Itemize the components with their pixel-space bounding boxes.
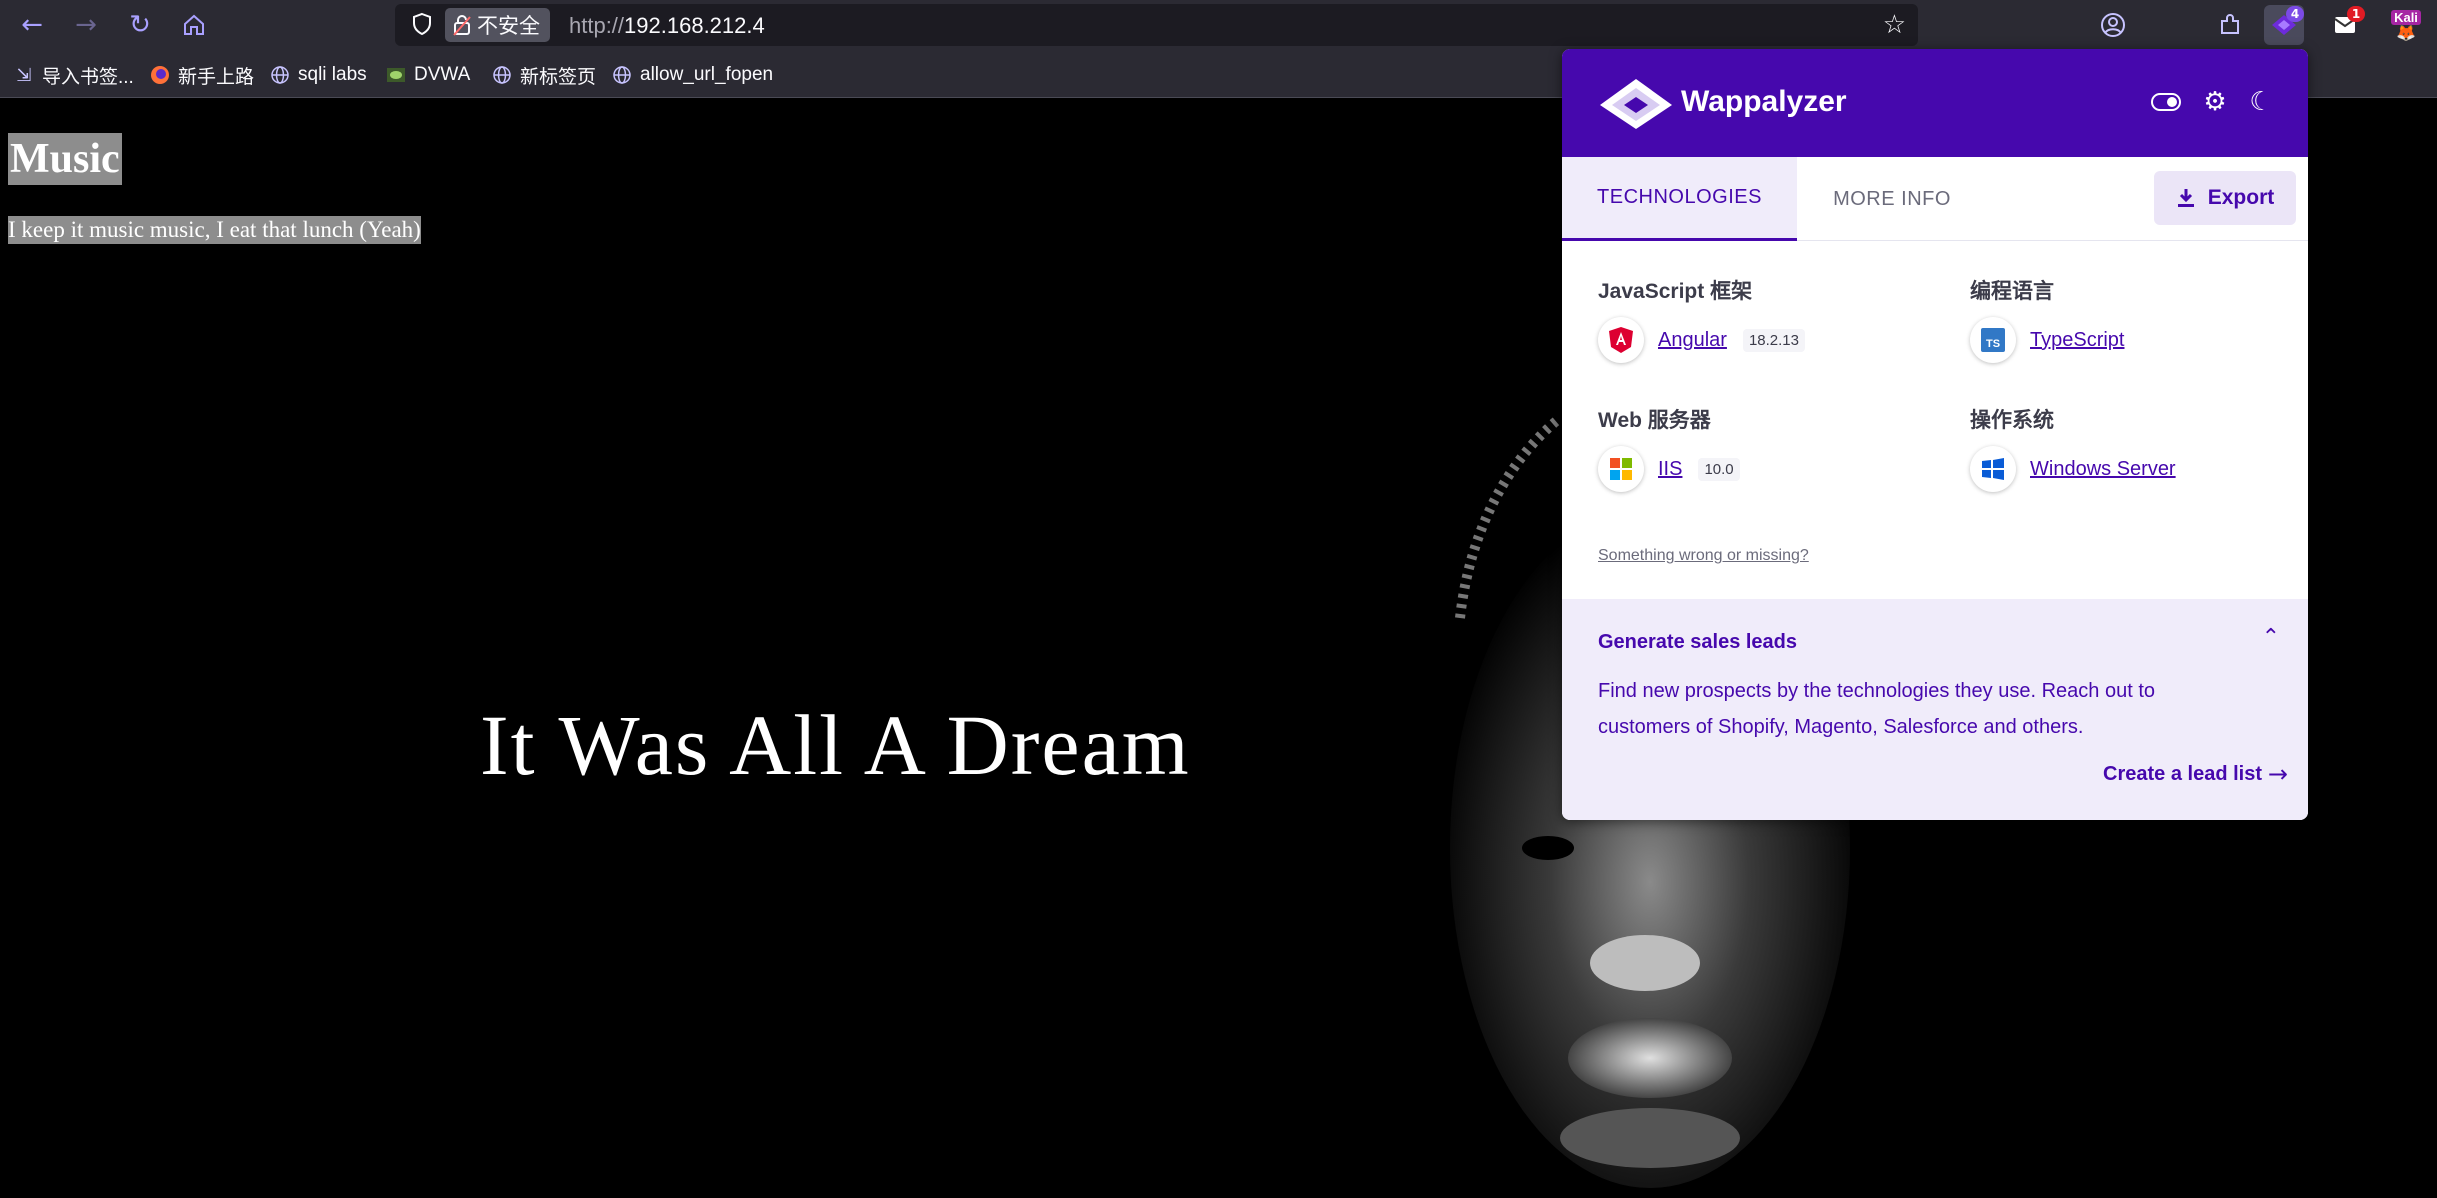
page-title: Music [8,133,122,185]
bookmark-label: 导入书签... [42,66,134,88]
sales-leads-panel: Generate sales leads ⌃ Find new prospect… [1562,599,2308,820]
tech-link-windows-server[interactable]: Windows Server [2030,458,2176,481]
export-label: Export [2207,186,2275,209]
wappalyzer-extension-button[interactable]: 4 [2264,5,2304,45]
bookmark-label: DVWA [414,64,471,85]
bookmark-label: 新手上路 [178,66,255,88]
wappalyzer-brand: Wappalyzer [1681,85,1847,118]
dark-mode-moon-icon[interactable]: ☾ [2244,85,2278,119]
globe-icon [612,65,632,85]
bookmark-import[interactable]: ⇲ 导入书签... [14,62,134,88]
browser-toolbar: ← → ↻ 不安全 http://192.168.212.4 ☆ 4 1 Kal… [0,0,2437,50]
account-icon[interactable] [2093,5,2133,45]
firefox-icon [150,65,170,85]
insecure-label: 不安全 [477,15,540,38]
export-button[interactable]: Export [2154,171,2296,225]
mail-count-badge: 1 [2347,6,2365,22]
wappalyzer-count-badge: 4 [2286,6,2304,22]
tech-link-angular[interactable]: Angular [1658,329,1727,352]
tech-version: 18.2.13 [1742,328,1805,352]
tech-item-typescript: TS TypeScript [1970,317,2124,363]
bookmark-label: 新标签页 [520,66,597,88]
hero-tagline: It Was All A Dream [480,697,1191,793]
leads-title: Generate sales leads [1598,631,1798,653]
tech-item-angular: Angular 18.2.13 [1598,317,1805,363]
bookmark-label: allow_url_fopen [640,64,774,85]
url-host: 192.168.212.4 [624,13,765,38]
category-operating-systems: 操作系统 [1970,409,2054,432]
bookmark-star-icon[interactable]: ☆ [1883,10,1906,40]
bookmark-dvwa[interactable]: DVWA [386,62,470,88]
gear-icon[interactable]: ⚙ [2198,85,2232,119]
url-text[interactable]: http://192.168.212.4 [569,13,765,39]
bookmark-getting-started[interactable]: 新手上路 [150,62,254,88]
tab-technologies[interactable]: TECHNOLOGIES [1562,157,1797,241]
create-lead-list-link[interactable]: Create a lead list [2103,763,2262,786]
bookmark-allow-url-fopen[interactable]: allow_url_fopen [612,62,773,88]
extensions-puzzle-icon[interactable] [2210,5,2250,45]
tech-link-typescript[interactable]: TypeScript [2030,329,2124,352]
leads-description: Find new prospects by the technologies t… [1598,680,2156,738]
windows-icon [1970,446,2016,492]
chevron-up-icon[interactable]: ⌃ [2262,625,2280,650]
bookmark-new-tab[interactable]: 新标签页 [492,62,596,88]
tech-item-windows-server: Windows Server [1970,446,2176,492]
tracking-protection-shield-icon[interactable] [411,12,433,42]
iis-icon [1598,446,1644,492]
category-web-servers: Web 服务器 [1598,409,1711,432]
tech-version: 10.0 [1698,457,1740,481]
forward-arrow-icon[interactable]: → [68,8,104,42]
import-icon: ⇲ [16,64,32,86]
globe-icon [270,65,290,85]
download-icon [2177,189,2194,207]
angular-icon [1598,317,1644,363]
dvwa-icon [386,65,406,85]
tab-more-info[interactable]: MORE INFO [1797,157,1987,241]
wappalyzer-popup: Wappalyzer ⚙ ☾ TECHNOLOGIES MORE INFO Ex… [1562,49,2308,820]
wappalyzer-logo-icon [1600,79,1672,129]
mail-extension-button[interactable]: 1 [2325,5,2365,45]
url-bar[interactable]: 不安全 http://192.168.212.4 ☆ [395,4,1918,46]
url-protocol: http:// [569,13,625,38]
category-programming-languages: 编程语言 [1970,280,2054,303]
globe-icon [492,65,512,85]
svg-text:TS: TS [1986,338,2000,350]
insecure-connection-indicator[interactable]: 不安全 [445,8,550,42]
back-arrow-icon[interactable]: ← [14,8,50,42]
category-javascript-frameworks: JavaScript 框架 [1598,280,1753,303]
page-lyric: I keep it music music, I eat that lunch … [8,216,421,244]
wappalyzer-tabs: TECHNOLOGIES MORE INFO Export [1562,157,2308,241]
tech-link-iis[interactable]: IIS [1658,458,1682,481]
arrow-right-icon[interactable]: → [2268,760,2288,788]
bookmark-label: sqli labs [298,64,367,85]
wappalyzer-header: Wappalyzer ⚙ ☾ [1562,49,2308,157]
broken-lock-icon [453,15,471,36]
tech-item-iis: IIS 10.0 [1598,446,1740,492]
report-missing-link[interactable]: Something wrong or missing? [1598,547,1809,565]
fox-avatar-icon: 🦊 [2396,22,2416,42]
profile-extension-button[interactable]: Kali 🦊 [2386,5,2426,45]
bookmark-sqli-labs[interactable]: sqli labs [270,62,367,88]
typescript-icon: TS [1970,317,2016,363]
home-icon[interactable] [176,8,212,42]
toggle-switch-icon[interactable] [2149,85,2183,119]
reload-icon[interactable]: ↻ [122,8,158,42]
